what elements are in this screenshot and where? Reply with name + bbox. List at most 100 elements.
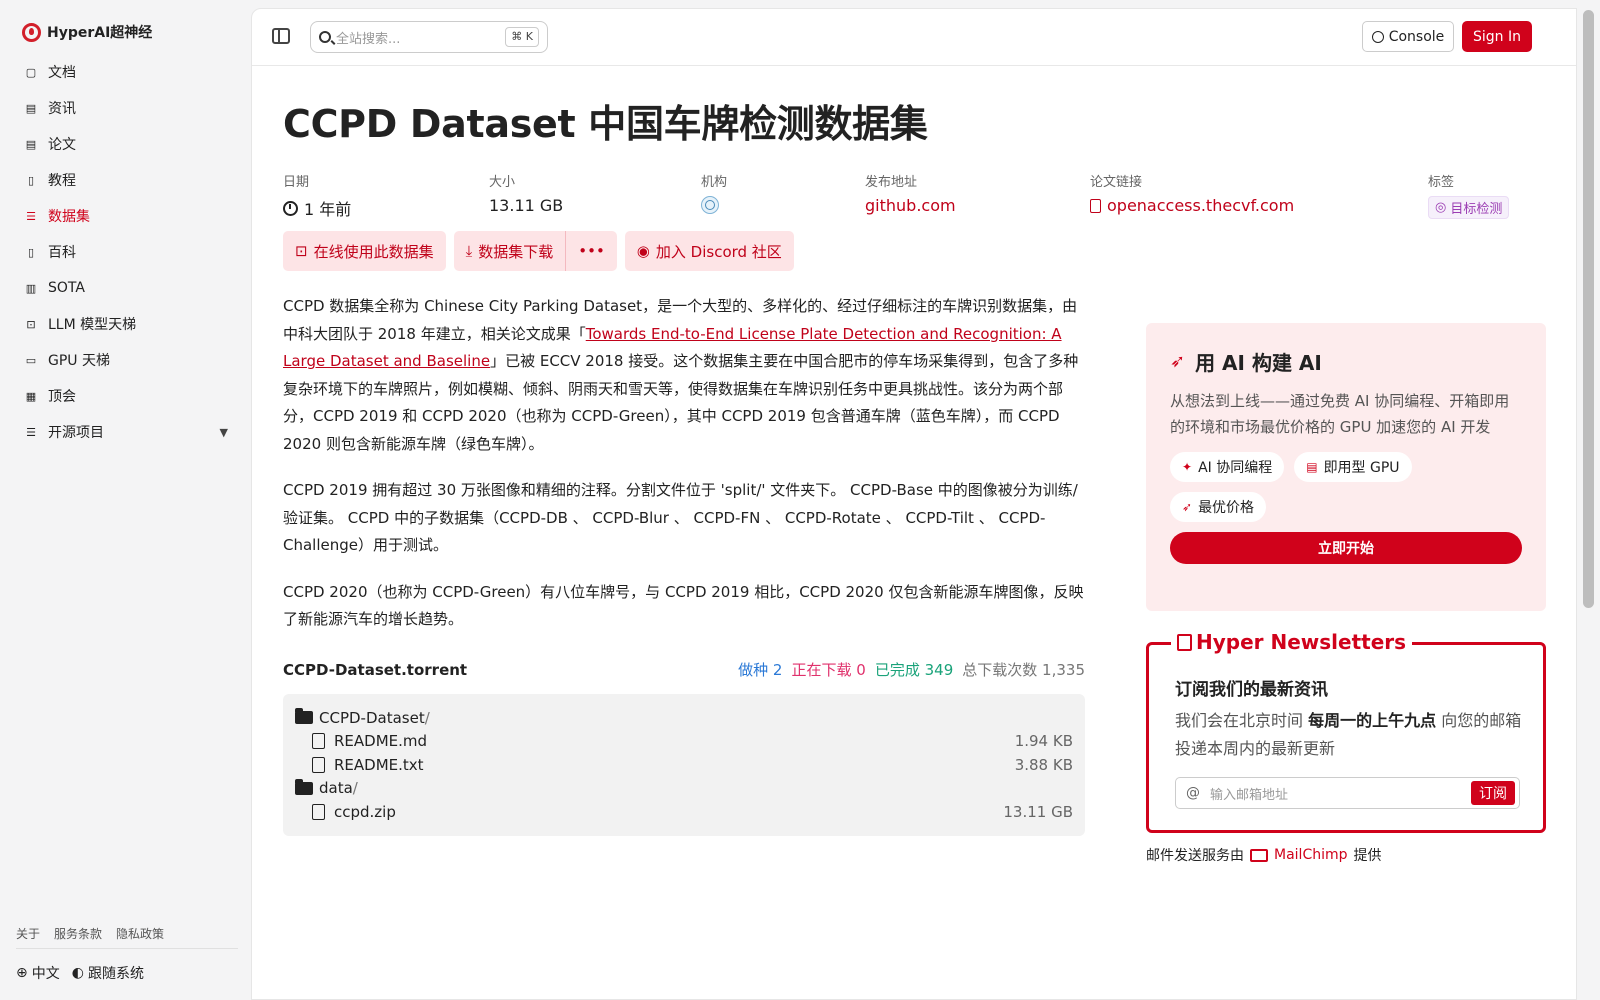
total-count: 1,335	[1042, 661, 1085, 679]
sidebar-item-label: SOTA	[48, 280, 85, 296]
sidebar-item-sota[interactable]: ▥ SOTA	[16, 270, 238, 306]
meta-tags: 标签 ◎ 目标检测	[1428, 171, 1510, 219]
sparkle-icon: ✦	[1182, 460, 1193, 474]
file-tree-row[interactable]: README.txt 3.88 KB	[295, 753, 1073, 777]
file-name: CCPD-Dataset	[319, 708, 425, 727]
tag-object-detection[interactable]: ◎ 目标检测	[1428, 196, 1510, 219]
meta-date-value: 1 年前	[283, 196, 351, 220]
sidebar-item-label: 顶会	[48, 389, 76, 405]
search-icon	[319, 31, 331, 43]
cpu-icon: ⊡	[26, 317, 36, 331]
sidebar-item-wiki[interactable]: ▯ 百科	[16, 234, 238, 270]
theme-icon: ◐	[71, 965, 84, 981]
file-tree-row[interactable]: CCPD-Dataset /	[295, 706, 1073, 730]
sidebar-item-gpu-leaderboard[interactable]: ▭ GPU 天梯	[16, 342, 238, 378]
sidebar-item-tutorials[interactable]: ▯ 教程	[16, 162, 238, 198]
chip-price: ➶ 最优价格	[1170, 492, 1267, 522]
dataset-content: CCPD Dataset 中国车牌检测数据集 日期 1 年前 大小 13.11 …	[283, 93, 1546, 864]
brand-logo[interactable]: HyperAI超神经	[22, 22, 152, 42]
sidebar-item-news[interactable]: ▤ 资讯	[16, 90, 238, 126]
email-input[interactable]: @ 输入邮箱地址 订阅	[1175, 777, 1520, 809]
calendar-icon: ▦	[25, 389, 37, 403]
theme-label: 跟随系统	[87, 966, 144, 982]
hyperai-logo-icon	[22, 22, 41, 42]
seeding-count: 2	[772, 661, 783, 679]
folder-icon	[295, 778, 313, 795]
sidebar-item-label: 百科	[48, 245, 76, 261]
scrollbar-thumb[interactable]	[1583, 10, 1594, 608]
file-size: 13.11 GB	[1003, 802, 1073, 821]
newsletter-text: 我们会在北京时间 每周一的上午九点 向您的邮箱投递本周内的最新更新	[1175, 707, 1525, 763]
main-panel: 全站搜索... ⌘ K Console Sign In CCPD Dataset…	[251, 8, 1577, 1000]
sidebar-item-label: 教程	[48, 173, 76, 189]
footer-link-privacy[interactable]: 隐私政策	[116, 925, 164, 942]
clock-icon	[283, 200, 298, 216]
newsletter-legend-text: Hyper Newsletters	[1196, 630, 1407, 654]
meta-org: 机构	[701, 171, 727, 214]
sidebar-nav: ▢ 文档 ▤ 资讯 ▤ 论文 ▯ 教程 ☰ 数据集 ▯ 百科 ▥ SOTA ⊡	[16, 54, 238, 450]
language-switcher[interactable]: ⊕ 中文	[16, 963, 60, 983]
footer-divider	[16, 948, 238, 949]
torrent-header: CCPD-Dataset.torrent 做种 2 正在下载 0 已完成 349…	[283, 659, 1085, 680]
file-name: ccpd.zip	[334, 802, 396, 821]
sidebar-item-docs[interactable]: ▢ 文档	[16, 54, 238, 90]
file-name: README.txt	[334, 755, 424, 774]
search-input[interactable]: 全站搜索... ⌘ K	[310, 21, 548, 53]
release-link[interactable]: github.com	[865, 196, 956, 215]
file-tree-row[interactable]: ccpd.zip 13.11 GB	[295, 800, 1073, 824]
download-button[interactable]: ⤓ 数据集下载	[454, 231, 566, 271]
sidebar-item-datasets[interactable]: ☰ 数据集	[16, 198, 238, 234]
meta-org-label: 机构	[701, 175, 728, 190]
download-label: 数据集下载	[478, 242, 554, 261]
sidebar-item-label: 开源项目	[48, 425, 104, 441]
chevron-down-icon: ▼	[219, 425, 228, 439]
subscribe-button[interactable]: 订阅	[1471, 781, 1515, 805]
file-tree-row[interactable]: README.md 1.94 KB	[295, 730, 1073, 754]
paper-link[interactable]: openaccess.thecvf.com	[1090, 196, 1294, 215]
footer-link-terms[interactable]: 服务条款	[54, 925, 102, 942]
meta-paper-label: 论文链接	[1090, 175, 1143, 190]
scrollbar[interactable]	[1577, 0, 1600, 1000]
sidebar-item-label: 数据集	[48, 209, 90, 225]
more-options-button[interactable]: •••	[566, 231, 617, 271]
total-label: 总下载次数	[962, 661, 1038, 679]
mail-note-pre: 邮件发送服务由	[1146, 848, 1244, 864]
meta-date: 日期 1 年前	[283, 171, 351, 220]
theme-switcher[interactable]: ◐ 跟随系统	[72, 963, 144, 983]
newspaper-icon	[1177, 633, 1192, 651]
promo-text: 从想法到上线——通过免费 AI 协同编程、开箱即用的环境和市场最优价格的 GPU…	[1170, 392, 1510, 436]
discord-label: 加入 Discord 社区	[655, 242, 782, 261]
console-label: Console	[1388, 28, 1445, 45]
folder-icon	[295, 708, 313, 725]
dataset-actions: ⊡ 在线使用此数据集 ⤓ 数据集下载 ••• ◉ 加入 Discord 社区	[283, 231, 794, 271]
organization-logo-icon[interactable]	[701, 196, 719, 214]
mailchimp-link[interactable]: MailChimp	[1274, 847, 1348, 863]
meta-paper: 论文链接 openaccess.thecvf.com	[1090, 171, 1294, 215]
sidebar-item-label: LLM 模型天梯	[48, 317, 137, 333]
file-tree-row[interactable]: data /	[295, 777, 1073, 801]
footer-link-about[interactable]: 关于	[16, 925, 40, 942]
get-started-button[interactable]: 立即开始	[1170, 532, 1522, 564]
torrent-stats: 做种 2 正在下载 0 已完成 349 总下载次数 1,335	[738, 659, 1085, 680]
document-icon	[1090, 198, 1101, 213]
list-icon: ☰	[26, 425, 36, 439]
use-online-button[interactable]: ⊡ 在线使用此数据集	[283, 231, 446, 271]
server-icon: ▤	[1306, 460, 1318, 474]
description-paragraph: CCPD 数据集全称为 Chinese City Parking Dataset…	[283, 293, 1085, 458]
sidebar-item-conferences[interactable]: ▦ 顶会	[16, 378, 238, 414]
sidebar-item-papers[interactable]: ▤ 论文	[16, 126, 238, 162]
dataset-meta: 日期 1 年前 大小 13.11 GB 机构 发布地址 github.com 论…	[283, 171, 1533, 221]
promo-chips: ✦ AI 协同编程 ▤ 即用型 GPU ➶ 最优价格	[1170, 452, 1470, 522]
sidebar-item-open-source[interactable]: ☰ 开源项目 ▼	[16, 414, 238, 450]
sidebar-item-llm-leaderboard[interactable]: ⊡ LLM 模型天梯	[16, 306, 238, 342]
console-button[interactable]: Console	[1362, 21, 1454, 52]
sidebar-toggle-icon[interactable]	[272, 28, 290, 44]
downloading-count: 0	[856, 661, 866, 679]
seeding-label: 做种	[738, 661, 769, 679]
chip-gpu: ▤ 即用型 GPU	[1294, 452, 1412, 482]
mail-note-post: 提供	[1353, 848, 1382, 864]
date-text: 1 年前	[304, 200, 352, 219]
chip-label: 最优价格	[1198, 500, 1255, 516]
discord-button[interactable]: ◉ 加入 Discord 社区	[624, 231, 794, 271]
sign-in-button[interactable]: Sign In	[1462, 21, 1532, 52]
